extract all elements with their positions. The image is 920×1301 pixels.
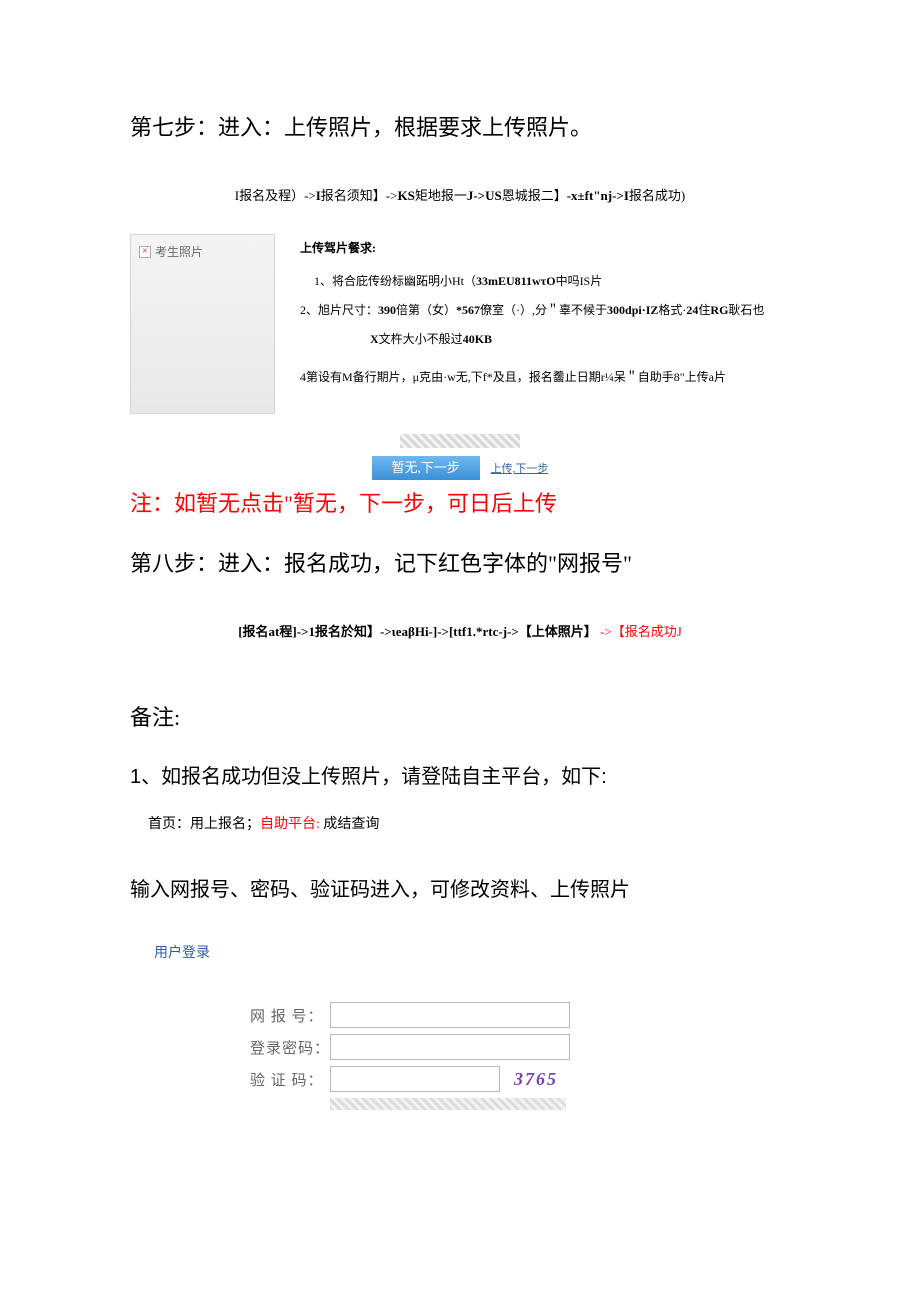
upload-next-link[interactable]: 上传,下一步 xyxy=(491,460,549,476)
label-captcha: 验 证 码： xyxy=(250,1069,330,1090)
login-form: 网 报 号： 登录密码： 验 证 码： 3765 xyxy=(250,1002,790,1115)
remark-1: 1、如报名成功但没上传照片，请登陆自主平台，如下: xyxy=(130,760,790,789)
flow1-t5: 报名成功) xyxy=(629,188,685,203)
row-pwd: 登录密码： xyxy=(250,1034,790,1060)
req2s-b2: 40KB xyxy=(463,332,492,346)
req1-post: 中吗IS片 xyxy=(556,274,603,288)
nav-p1: 首页：用上报名； xyxy=(148,817,260,832)
req-2-sub: X文杵大小不般过40KB xyxy=(370,325,790,354)
flow-line-1: I报名及程）->I报名须知】->KS矩地报一J->US恩城报二】-x±ft"nj… xyxy=(130,185,790,204)
req2s-b1: X xyxy=(370,332,379,346)
flow-line-2: [报名at程]->1报名於知】->ιeaβHi-]->[ttf1.*rtc-j-… xyxy=(130,621,790,640)
photo-label-wrap: × 考生照片 xyxy=(139,243,203,260)
skip-next-button[interactable]: 暂无,下一步 xyxy=(372,456,480,480)
flow1-b2: KS xyxy=(397,188,414,203)
flow1-t2: 报名须知】-> xyxy=(321,188,398,203)
login-button-placeholder[interactable] xyxy=(330,1098,566,1110)
req-1: 1、将合庇传纷标幽跖明小Ht（33mEU811wτO中吗IS片 xyxy=(314,267,790,296)
req-title: 上传驾片餐求: xyxy=(300,234,790,263)
req2-b4: 24 xyxy=(686,303,698,317)
captcha-image: 3765 xyxy=(506,1069,566,1090)
req2-b3: 300dpi·IZ xyxy=(607,303,658,317)
nav-line: 首页：用上报名；自助平台: 成结查询 xyxy=(148,813,790,833)
flow2-main: [报名at程]->1报名於知】->ιeaβHi-]->[ttf1.*rtc-j-… xyxy=(238,624,597,639)
row-captcha: 验 证 码： 3765 xyxy=(250,1066,790,1092)
upload-block: × 考生照片 上传驾片餐求: 1、将合庇传纷标幽跖明小Ht（33mEU811wτ… xyxy=(130,234,790,414)
flow1-b4: -x±ft"nj->I xyxy=(567,188,629,203)
flow2-red: ->【报名成功J xyxy=(600,624,682,639)
req2-post: 耿石也 xyxy=(728,303,764,317)
step8-heading: 第八步：进入：报名成功，记下红色字体的"网报号" xyxy=(130,546,790,581)
flow1-b3: J->US xyxy=(467,188,502,203)
login-title: 用户登录 xyxy=(154,942,790,962)
req2-b5: RG xyxy=(710,303,728,317)
req2-m1: 倍第（女） xyxy=(396,303,456,317)
nav-red: 自助平台: xyxy=(260,817,320,832)
stripe-decor xyxy=(400,434,520,448)
broken-image-icon: × xyxy=(139,246,151,258)
req-4: 4第设有M备行期片，μ克由·w无,下f*及且，报名齹止日期r¼呆＂自助手8"上传… xyxy=(300,363,790,392)
nav-p2: 成结查询 xyxy=(320,817,380,832)
flow1-t1: I报名及程）-> xyxy=(235,188,316,203)
input-pwd[interactable] xyxy=(330,1034,570,1060)
req-2: 2、旭片尺寸：390倍第（女）*567僚室（·）,分＂辜不候于300dpi·IZ… xyxy=(300,296,790,325)
photo-placeholder: × 考生照片 xyxy=(130,234,275,414)
flow1-t3: 矩地报一 xyxy=(415,188,467,203)
row-id: 网 报 号： xyxy=(250,1002,790,1028)
step7-heading: 第七步：进入：上传照片，根据要求上传照片。 xyxy=(130,110,790,145)
input-id[interactable] xyxy=(330,1002,570,1028)
req2-b1: 390 xyxy=(378,303,396,317)
req2-m4: 住 xyxy=(698,303,710,317)
req1-b: 33mEU811wτO xyxy=(476,274,556,288)
input-captcha[interactable] xyxy=(330,1066,500,1092)
req1-pre: 1、将合庇传纷标幽跖明小Ht（ xyxy=(314,274,476,288)
remark-title: 备注: xyxy=(130,700,790,732)
label-pwd: 登录密码： xyxy=(250,1037,330,1058)
req2-m2: 僚室（·）,分＂辜不候于 xyxy=(480,303,607,317)
requirements: 上传驾片餐求: 1、将合庇传纷标幽跖明小Ht（33mEU811wτO中吗IS片 … xyxy=(300,234,790,392)
req2-m3: 格式· xyxy=(658,303,686,317)
req2-b2: *567 xyxy=(456,303,480,317)
label-id: 网 报 号： xyxy=(250,1005,330,1026)
req2s-m: 文杵大小不般过 xyxy=(379,332,463,346)
req2-pre: 2、旭片尺寸： xyxy=(300,303,378,317)
flow1-t4: 恩城报二】 xyxy=(502,188,567,203)
instruction: 输入网报号、密码、验证码进入，可修改资料、上传照片 xyxy=(130,873,790,902)
login-button-row xyxy=(330,1098,790,1115)
button-row: 暂无,下一步 上传,下一步 xyxy=(130,434,790,480)
photo-label: 考生照片 xyxy=(155,243,203,260)
red-note: 注：如暂无点击"暂无，下一步，可日后上传 xyxy=(130,486,790,518)
